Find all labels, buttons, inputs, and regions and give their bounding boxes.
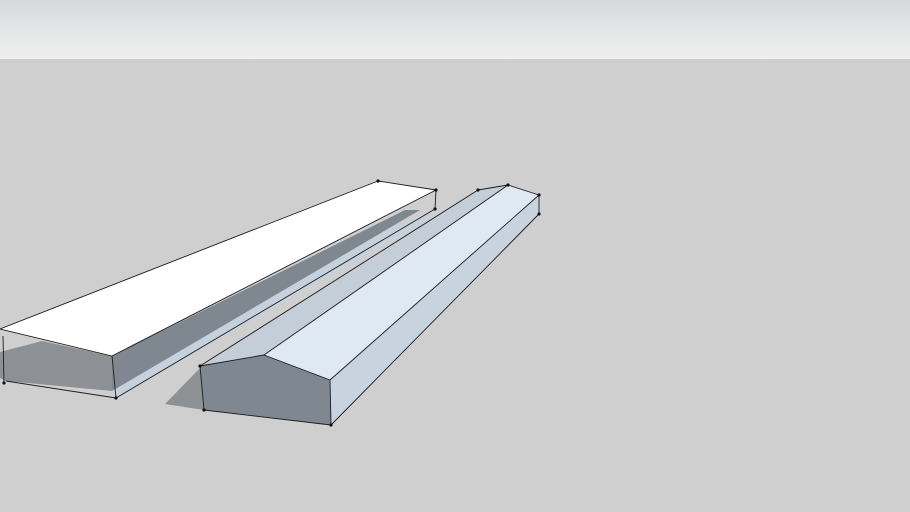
- vertex-point: [114, 396, 118, 400]
- canopy-post-far: [434, 189, 437, 210]
- vertex-point: [537, 193, 541, 197]
- vertex-point: [433, 207, 437, 211]
- vertex-point: [329, 423, 333, 427]
- vertex-point: [2, 381, 6, 385]
- vertex-point: [198, 364, 202, 368]
- vertex-point: [202, 408, 206, 412]
- vertex-point: [476, 188, 480, 192]
- vertex-point: [506, 183, 510, 187]
- vertex-point: [537, 212, 541, 216]
- 3d-viewport[interactable]: [0, 0, 910, 512]
- model-scene[interactable]: [0, 0, 910, 512]
- vertex-point: [434, 188, 438, 192]
- vertex-point: [376, 179, 380, 183]
